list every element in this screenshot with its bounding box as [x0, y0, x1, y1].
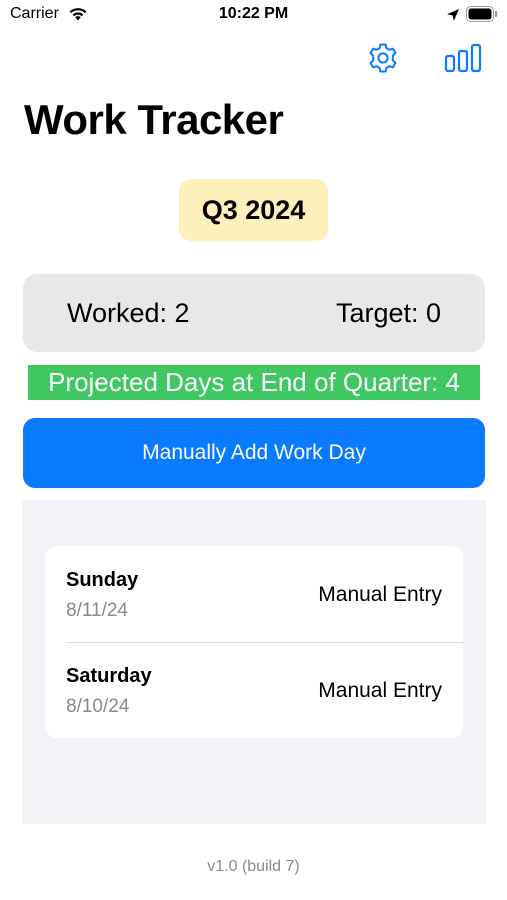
- bar-chart-icon: [444, 43, 482, 78]
- status-time: 10:22 PM: [218, 5, 289, 22]
- status-bar: Carrier 10:22 PM: [0, 0, 507, 30]
- version-label: v1.0 (build 7): [207, 858, 300, 875]
- gear-icon: [366, 41, 400, 80]
- entry-date: 8/10/24: [66, 696, 130, 717]
- quarter-selector[interactable]: Q3 2024: [179, 179, 328, 241]
- settings-button[interactable]: [363, 40, 403, 80]
- page-title: Work Tracker: [24, 96, 284, 143]
- projection-banner: Projected Days at End of Quarter: 4: [28, 365, 480, 400]
- entry-day: Sunday: [66, 569, 139, 591]
- entry-day: Saturday: [66, 665, 152, 687]
- list-item[interactable]: Saturday 8/10/24 Manual Entry: [45, 642, 463, 738]
- entries-card: Sunday 8/11/24 Manual Entry Saturday 8/1…: [45, 546, 463, 738]
- battery-icon: [466, 6, 498, 27]
- stats-button[interactable]: [443, 40, 483, 80]
- entry-date: 8/11/24: [66, 600, 128, 621]
- work-day-list[interactable]: Sunday 8/11/24 Manual Entry Saturday 8/1…: [22, 500, 486, 824]
- summary-card: Worked: 2 Target: 0: [23, 274, 485, 352]
- target-count: Target: 0: [335, 298, 441, 328]
- worked-count: Worked: 2: [67, 298, 190, 328]
- list-item[interactable]: Sunday 8/11/24 Manual Entry: [45, 546, 463, 642]
- add-work-day-button[interactable]: Manually Add Work Day: [23, 418, 485, 488]
- entry-type: Manual Entry: [318, 679, 442, 702]
- entry-type: Manual Entry: [318, 583, 442, 606]
- location-arrow-icon: [446, 8, 460, 27]
